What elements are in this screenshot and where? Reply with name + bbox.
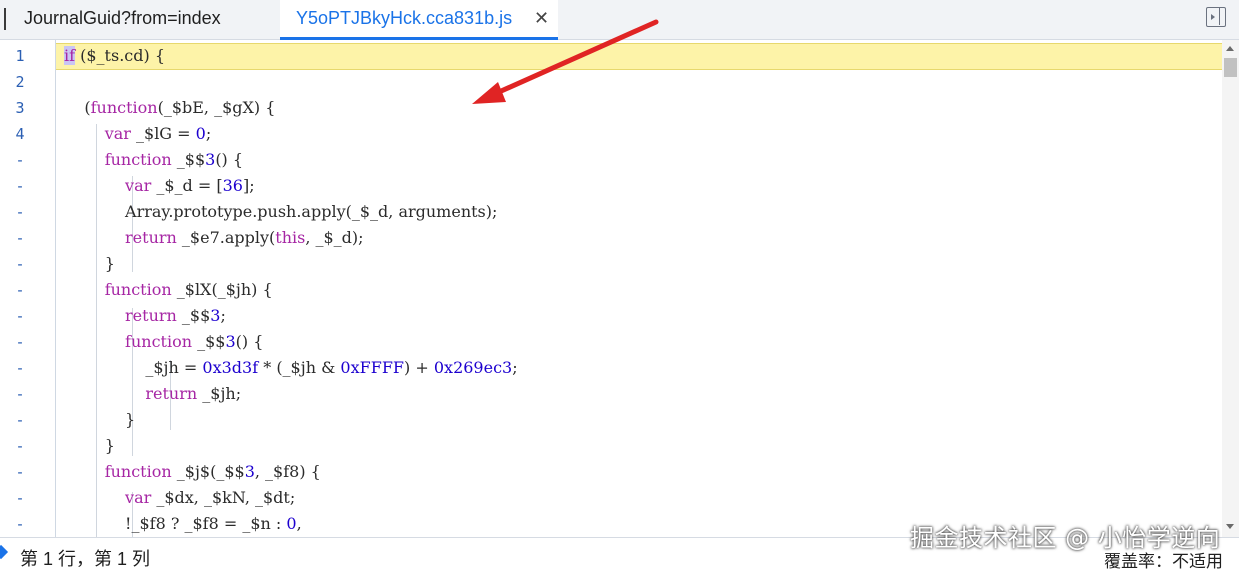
- annotation-arrow: [472, 19, 659, 104]
- watermark-text: 掘金技术社区 @ 小怡学逆向: [910, 524, 1221, 552]
